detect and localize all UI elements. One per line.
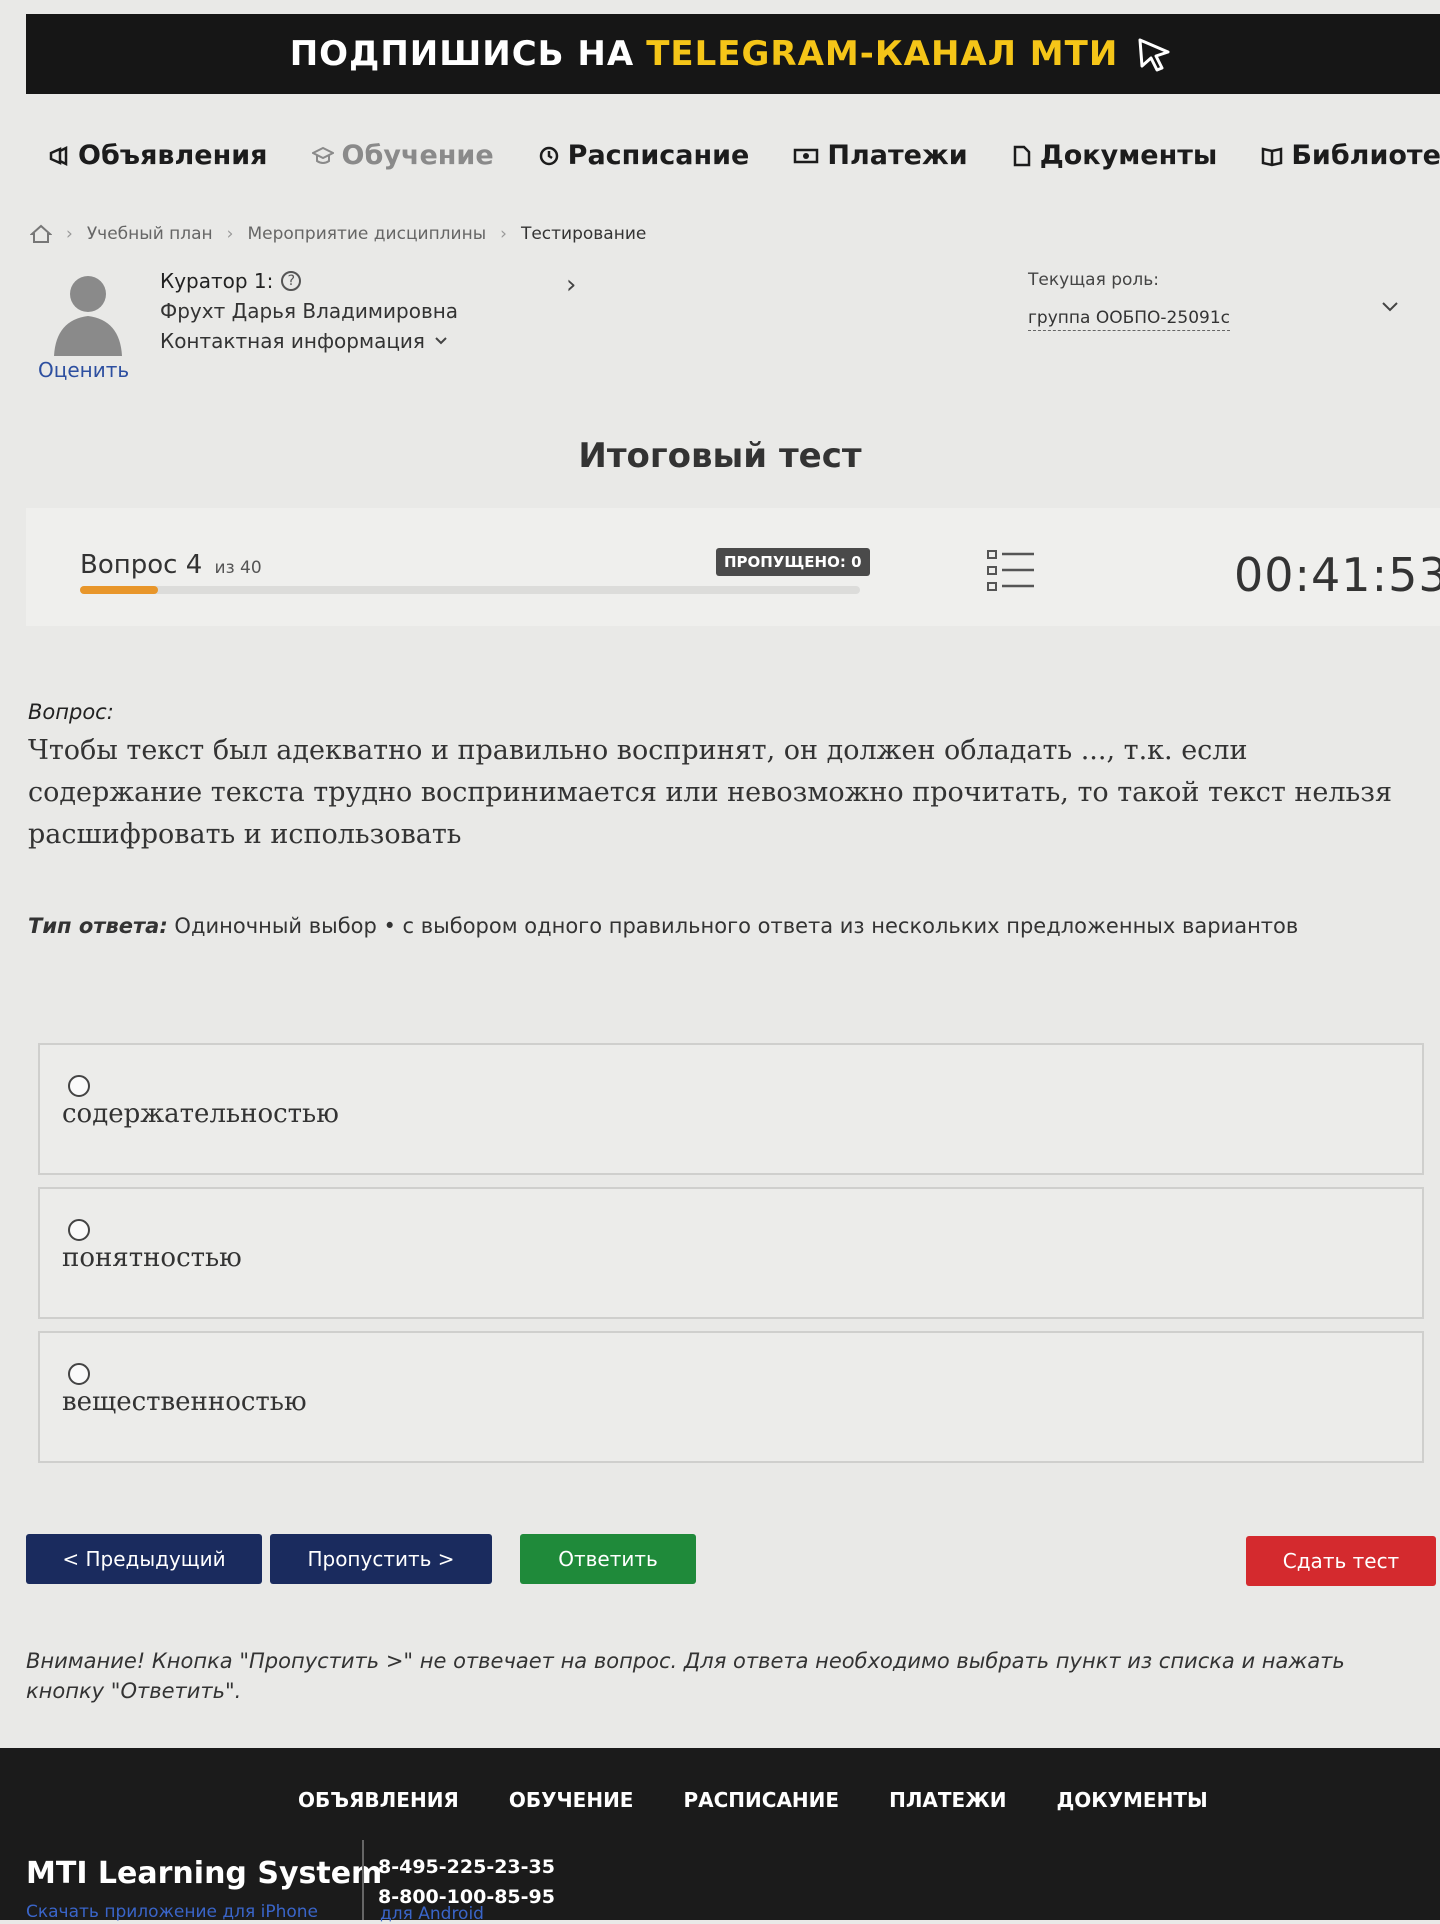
footer-link-documents[interactable]: ДОКУМЕНТЫ <box>1056 1788 1207 1812</box>
contact-info-label: Контактная информация <box>160 329 425 353</box>
breadcrumb-separator: › <box>500 224 507 244</box>
question-text: Чтобы текст был адекватно и правильно во… <box>28 735 1393 850</box>
submit-test-button[interactable]: Сдать тест <box>1246 1536 1436 1586</box>
answer-option[interactable]: понятностью <box>38 1187 1424 1319</box>
rate-curator-link[interactable]: Оценить <box>38 358 129 382</box>
skipped-badge: ПРОПУЩЕНО: 0 <box>716 548 870 576</box>
clock-icon <box>539 146 558 165</box>
banner-highlight: TELEGRAM-КАНАЛ МТИ <box>646 34 1119 74</box>
breadcrumb-item-event[interactable]: Мероприятие дисциплины <box>247 224 486 244</box>
page-title: Итоговый тест <box>578 436 862 476</box>
nav-label: Обучение <box>341 140 494 171</box>
footer-nav: ОБЪЯВЛЕНИЯ ОБУЧЕНИЕ РАСПИСАНИЕ ПЛАТЕЖИ Д… <box>298 1788 1208 1812</box>
document-icon <box>1013 145 1030 166</box>
chevron-down-icon[interactable] <box>1380 300 1400 314</box>
phone-number[interactable]: 8-495-225-23-35 <box>378 1852 555 1882</box>
nav-label: Библиотека <box>1291 140 1440 171</box>
footer-divider <box>362 1840 364 1920</box>
money-icon <box>794 148 819 163</box>
option-text: вещественностью <box>62 1387 307 1417</box>
answer-type: Тип ответа: Одиночный выбор • с выбором … <box>28 914 1298 938</box>
current-role: Текущая роль: группа ООБПО-25091с <box>1028 270 1230 331</box>
timer: 00:41:53 <box>1234 548 1440 602</box>
progress-bar <box>80 586 860 594</box>
breadcrumb-item-current: Тестирование <box>520 224 647 244</box>
home-icon[interactable] <box>30 224 52 244</box>
question-caption: Вопрос: <box>28 700 114 724</box>
curator-title: Куратор 1: <box>160 269 274 293</box>
banner-prefix: ПОДПИШИСЬ НА <box>289 34 635 74</box>
footer-link-payments[interactable]: ПЛАТЕЖИ <box>889 1788 1006 1812</box>
avatar <box>54 276 122 356</box>
chevron-down-icon <box>435 337 447 345</box>
megaphone-icon <box>49 145 68 166</box>
radio-button[interactable] <box>68 1219 90 1241</box>
nav-item-announcements[interactable]: Объявления <box>48 140 268 171</box>
question-number: 4 <box>185 550 203 580</box>
role-label: Текущая роль: <box>1028 270 1160 290</box>
skip-button[interactable]: Пропустить > <box>270 1534 492 1584</box>
nav-label: Платежи <box>827 140 968 171</box>
nav-item-education[interactable]: Обучение <box>311 140 494 171</box>
nav-label: Объявления <box>78 140 268 171</box>
help-icon[interactable]: ? <box>281 271 302 291</box>
footer-link-schedule[interactable]: РАСПИСАНИЕ <box>683 1788 839 1812</box>
radio-button[interactable] <box>68 1075 90 1097</box>
answer-type-label: Тип ответа: <box>28 914 168 938</box>
footer-link-education[interactable]: ОБУЧЕНИЕ <box>509 1788 634 1812</box>
footer-link-announcements[interactable]: ОБЪЯВЛЕНИЯ <box>298 1788 459 1812</box>
footer-phones: 8-495-225-23-35 8-800-100-85-95 <box>378 1852 555 1912</box>
nav-item-payments[interactable]: Платежи <box>793 140 968 171</box>
footer <box>0 1748 1440 1920</box>
breadcrumb-item-curriculum[interactable]: Учебный план <box>87 224 213 244</box>
nav-item-library[interactable]: Библиотека <box>1261 140 1440 171</box>
option-text: понятностью <box>62 1243 242 1273</box>
breadcrumb-separator: › <box>66 224 73 244</box>
progress-fill <box>80 586 158 594</box>
nav-label: Расписание <box>567 140 750 171</box>
book-icon <box>1262 146 1283 166</box>
nav-label: Документы <box>1039 140 1218 171</box>
chevron-right-icon[interactable]: › <box>566 270 576 300</box>
option-text: содержательностью <box>62 1099 339 1129</box>
footer-logo: MTI Learning System <box>26 1856 383 1891</box>
warning-text: Внимание! Кнопка "Пропустить >" не отвеч… <box>26 1649 1345 1703</box>
answer-type-value: Одиночный выбор • с выбором одного прави… <box>174 914 1299 938</box>
answer-option[interactable]: содержательностью <box>38 1043 1424 1175</box>
breadcrumb-separator: › <box>226 224 234 244</box>
radio-button[interactable] <box>68 1363 90 1385</box>
question-counter: Вопрос 4 из 40 <box>80 550 262 580</box>
telegram-banner[interactable]: ПОДПИШИСЬ НА TELEGRAM-КАНАЛ МТИ <box>26 14 1440 94</box>
nav-item-documents[interactable]: Документы <box>1012 140 1218 171</box>
role-select[interactable]: группа ООБПО-25091с <box>1028 308 1230 331</box>
cursor-click-icon <box>1138 38 1170 72</box>
question-list-icon[interactable] <box>986 548 1036 594</box>
android-app-link[interactable]: для Android <box>380 1904 484 1924</box>
breadcrumb: › Учебный план › Мероприятие дисциплины … <box>30 224 646 244</box>
nav-item-schedule[interactable]: Расписание <box>538 140 750 171</box>
main-nav: Объявления Обучение Расписание Платежи Д… <box>48 140 1440 171</box>
question-label: Вопрос <box>80 550 178 580</box>
answer-option[interactable]: вещественностью <box>38 1331 1424 1463</box>
ios-app-link[interactable]: Скачать приложение для iPhone <box>26 1902 318 1922</box>
contact-info-toggle[interactable]: Контактная информация <box>160 326 458 356</box>
curator-info: Куратор 1: ? Фрухт Дарья Владимировна Ко… <box>160 266 458 356</box>
previous-button[interactable]: < Предыдущий <box>26 1534 262 1584</box>
curator-name: Фрухт Дарья Владимировна <box>160 299 459 323</box>
question-total: из 40 <box>214 558 262 578</box>
answer-button[interactable]: Ответить <box>520 1534 696 1584</box>
graduation-cap-icon <box>311 146 334 164</box>
